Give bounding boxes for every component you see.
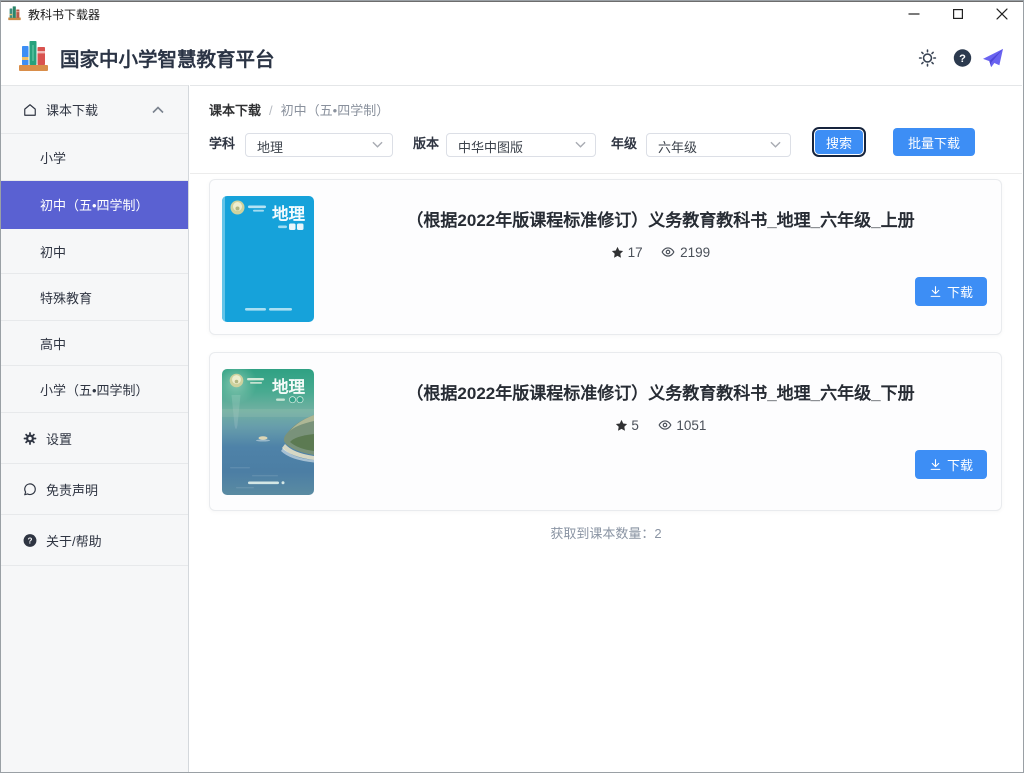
svg-text:?: ? <box>28 536 33 545</box>
svg-text:地理: 地理 <box>272 377 306 397</box>
svg-text:?: ? <box>959 53 966 65</box>
svg-text:地理: 地理 <box>272 204 306 224</box>
